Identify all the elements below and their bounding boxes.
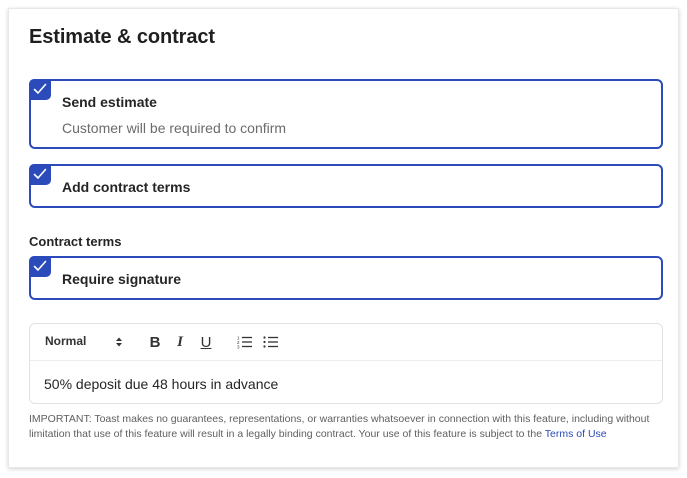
section-title: Estimate & contract [29,26,215,48]
bullet-list-icon [263,336,278,348]
bold-button[interactable]: B [146,333,164,351]
bullet-list-button[interactable] [262,333,280,351]
require-signature-label: Require signature [62,271,182,287]
add-contract-terms-checkbox[interactable] [29,164,51,185]
add-contract-terms-label: Add contract terms [62,179,191,195]
terms-of-use-link[interactable]: Terms of Use [545,428,607,440]
estimate-contract-card: Estimate & contract Send estimate Custom… [8,8,679,468]
checkmark-icon [33,168,47,179]
require-signature-checkbox[interactable] [29,256,51,277]
require-signature-option[interactable]: Require signature [29,256,663,300]
text-format-select[interactable]: Normal [45,334,125,352]
checkmark-icon [33,83,47,94]
ordered-list-icon: 1 2 3 [237,336,252,350]
legal-disclaimer: IMPORTANT: Toast makes no guarantees, re… [29,412,669,442]
editor-content[interactable]: 50% deposit due 48 hours in advance [44,376,278,392]
contract-terms-heading: Contract terms [29,234,122,249]
contract-terms-editor: Normal B I U 1 2 3 50% deposit due 48 ho… [29,323,663,404]
text-format-value: Normal [45,334,87,348]
updown-arrows-icon [116,337,122,347]
checkmark-icon [33,260,47,271]
underline-button[interactable]: U [197,333,215,351]
add-contract-terms-option[interactable]: Add contract terms [29,164,663,208]
send-estimate-label: Send estimate [62,94,157,110]
send-estimate-option[interactable]: Send estimate Customer will be required … [29,79,663,149]
send-estimate-checkbox[interactable] [29,79,51,100]
editor-toolbar: Normal B I U 1 2 3 [30,324,662,361]
ordered-list-button[interactable]: 1 2 3 [236,333,254,351]
italic-button[interactable]: I [171,333,189,351]
svg-text:3: 3 [237,345,240,350]
send-estimate-description: Customer will be required to confirm [62,120,287,136]
